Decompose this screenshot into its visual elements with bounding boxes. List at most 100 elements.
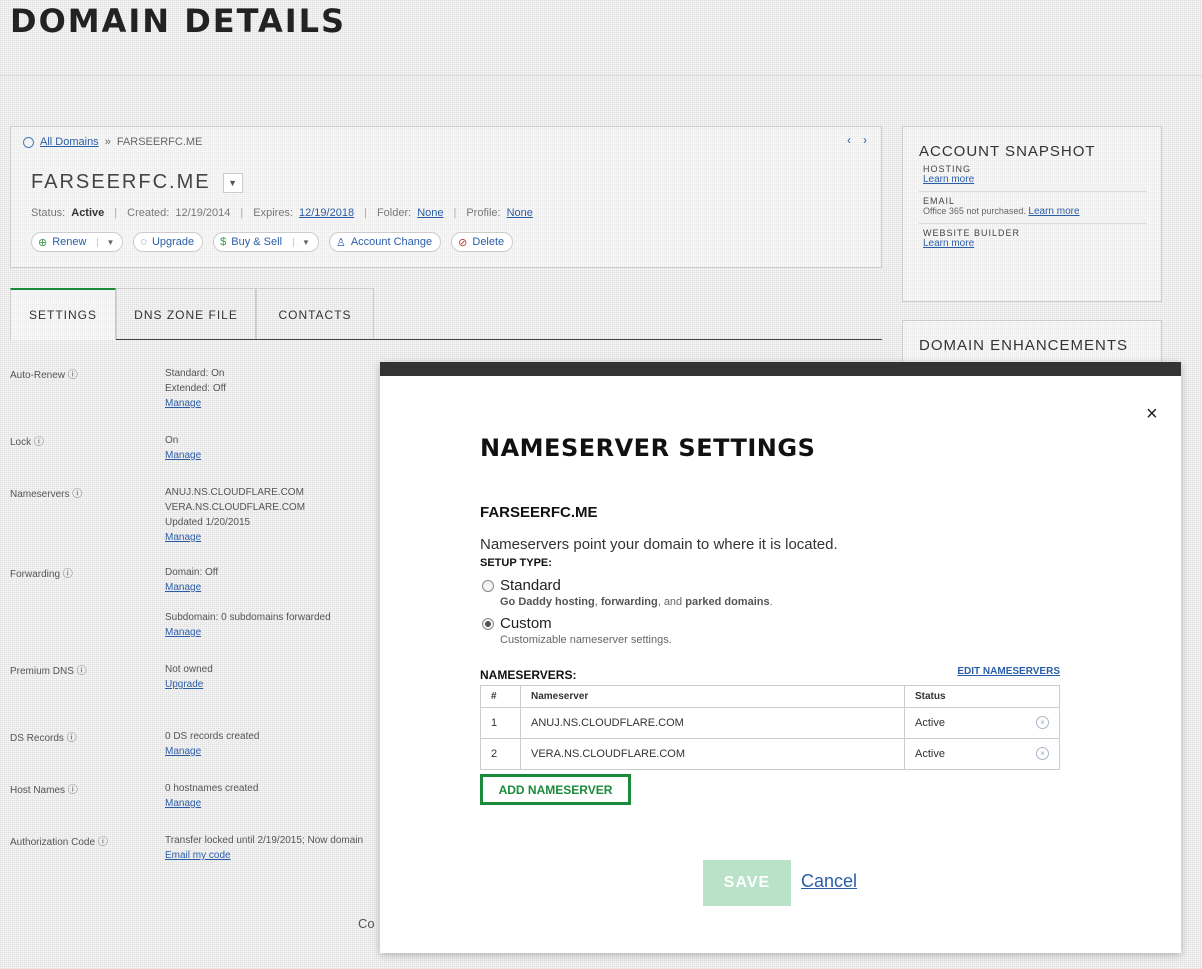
row-status-cell: Active × xyxy=(904,738,1060,770)
tab-divider xyxy=(116,339,882,340)
account-change-label: Account Change xyxy=(350,236,433,248)
ds-records-manage-link[interactable]: Manage xyxy=(165,746,201,757)
expires-value-link[interactable]: 12/19/2018 xyxy=(299,207,354,219)
save-button[interactable]: SAVE xyxy=(703,860,791,906)
previous-domain-icon[interactable]: ‹ xyxy=(847,133,851,147)
domain-summary-panel: All Domains » FARSEERFC.ME ‹ › FARSEERFC… xyxy=(10,126,882,268)
upgrade-icon: ◌ xyxy=(140,236,147,248)
next-domain-icon[interactable]: › xyxy=(863,133,867,147)
setting-value: Transfer locked until 2/19/2015; Now dom… xyxy=(165,835,364,846)
account-snapshot-title: ACCOUNT SNAPSHOT xyxy=(919,143,1096,160)
host-names-manage-link[interactable]: Manage xyxy=(165,798,201,809)
domain-pager: ‹ › xyxy=(847,133,867,147)
footer-text-fragment: Co xyxy=(358,916,375,931)
snapshot-label: HOSTING xyxy=(923,164,972,174)
domain-name-row: FARSEERFC.ME ▼ xyxy=(31,171,243,194)
table-header-row: # Nameserver Status xyxy=(480,685,1060,708)
standard-sub-period: . xyxy=(769,596,773,608)
account-change-button[interactable]: ♙ Account Change xyxy=(328,232,442,252)
renew-label: Renew xyxy=(52,236,87,248)
delete-button[interactable]: ⊘ Delete xyxy=(451,232,514,252)
buy-sell-button[interactable]: $ Buy & Sell ▼ xyxy=(213,232,319,252)
premium-dns-upgrade-link[interactable]: Upgrade xyxy=(165,679,203,690)
nameservers-manage-link[interactable]: Manage xyxy=(165,532,201,543)
setting-value: VERA.NS.CLOUDFLARE.COM xyxy=(165,502,306,513)
tab-settings[interactable]: SETTINGS xyxy=(10,288,116,340)
row-status: Active xyxy=(915,748,945,760)
column-header-number: # xyxy=(480,685,521,708)
cancel-link[interactable]: Cancel xyxy=(801,871,857,892)
auto-renew-manage-link[interactable]: Manage xyxy=(165,398,201,409)
setting-value: Not owned xyxy=(165,664,213,675)
created-value: 12/19/2014 xyxy=(175,207,231,219)
status-label: Status: xyxy=(31,207,66,219)
meta-separator: | xyxy=(453,207,457,219)
forwarding-domain-manage-link[interactable]: Manage xyxy=(165,582,201,593)
setting-label: Premium DNS ⓘ xyxy=(10,666,87,677)
tab-contacts[interactable]: CONTACTS xyxy=(256,288,374,340)
email-learn-more-link[interactable]: Learn more xyxy=(1028,206,1079,217)
folder-value-link[interactable]: None xyxy=(417,207,443,219)
row-number: 1 xyxy=(480,707,521,739)
hosting-learn-more-link[interactable]: Learn more xyxy=(923,174,974,185)
delete-label: Delete xyxy=(472,236,505,248)
tab-dns-zone-file[interactable]: DNS ZONE FILE xyxy=(116,288,256,340)
modal-domain-name: FARSEERFC.ME xyxy=(480,504,598,521)
renew-dropdown-icon[interactable]: ▼ xyxy=(97,237,114,247)
standard-sub-parked: parked domains xyxy=(685,596,770,608)
created-label: Created: xyxy=(127,207,170,219)
buy-sell-label: Buy & Sell xyxy=(231,236,283,248)
standard-sub-conjunction: , and xyxy=(657,596,686,608)
breadcrumb: All Domains » FARSEERFC.ME xyxy=(23,136,202,148)
custom-radio[interactable] xyxy=(482,618,494,630)
setting-value: On xyxy=(165,435,179,446)
row-nameserver: VERA.NS.CLOUDFLARE.COM xyxy=(520,738,905,770)
snapshot-label: WEBSITE BUILDER xyxy=(923,228,1021,238)
remove-nameserver-icon[interactable]: × xyxy=(1036,747,1049,760)
setting-value: ANUJ.NS.CLOUDFLARE.COM xyxy=(165,487,304,498)
snapshot-hosting: HOSTING Learn more xyxy=(919,160,1147,192)
meta-separator: | xyxy=(364,207,367,219)
page-title: DOMAIN DETAILS xyxy=(10,2,347,40)
domain-enhancements-title: DOMAIN ENHANCEMENTS xyxy=(919,337,1129,354)
standard-label: Standard xyxy=(500,577,561,594)
domain-tabs: SETTINGS DNS ZONE FILE CONTACTS xyxy=(10,288,374,340)
nameservers-table: # Nameserver Status 1 ANUJ.NS.CLOUDFLARE… xyxy=(480,685,1060,770)
breadcrumb-all-domains-link[interactable]: All Domains xyxy=(40,136,99,148)
renew-button[interactable]: ⊕ Renew ▼ xyxy=(31,232,124,252)
table-row: 2 VERA.NS.CLOUDFLARE.COM Active × xyxy=(480,738,1060,770)
forwarding-subdomain-manage-link[interactable]: Manage xyxy=(165,627,201,638)
close-icon[interactable]: × xyxy=(1146,404,1158,424)
meta-separator: | xyxy=(114,207,118,219)
breadcrumb-current: FARSEERFC.ME xyxy=(116,136,203,148)
column-header-nameserver: Nameserver xyxy=(520,685,905,708)
renew-icon: ⊕ xyxy=(38,236,48,249)
upgrade-button[interactable]: ◌ Upgrade xyxy=(133,232,204,252)
buy-sell-dropdown-icon[interactable]: ▼ xyxy=(293,237,310,247)
folder-label: Folder: xyxy=(376,207,412,219)
setting-label: Lock ⓘ xyxy=(10,437,44,448)
website-builder-learn-more-link[interactable]: Learn more xyxy=(923,238,974,249)
delete-icon: ⊘ xyxy=(458,236,468,249)
lock-manage-link[interactable]: Manage xyxy=(165,450,201,461)
title-divider xyxy=(0,75,1202,76)
meta-separator: | xyxy=(240,207,244,219)
setup-option-custom[interactable]: Custom Customizable nameserver settings. xyxy=(482,615,672,646)
standard-radio[interactable] xyxy=(482,580,494,592)
edit-nameservers-link[interactable]: EDIT NAMESERVERS xyxy=(957,666,1060,677)
refresh-icon[interactable] xyxy=(23,136,34,148)
setting-label: DS Records ⓘ xyxy=(10,733,77,744)
domain-menu-toggle[interactable]: ▼ xyxy=(222,172,243,193)
domain-name-heading: FARSEERFC.ME xyxy=(31,171,211,193)
setup-option-standard[interactable]: Standard Go Daddy hosting, forwarding, a… xyxy=(482,577,773,608)
email-code-link[interactable]: Email my code xyxy=(165,850,231,861)
row-nameserver: ANUJ.NS.CLOUDFLARE.COM xyxy=(520,707,905,739)
add-nameserver-button[interactable]: ADD NAMESERVER xyxy=(480,774,631,805)
setting-value: Subdomain: 0 subdomains forwarded xyxy=(165,612,331,623)
profile-value-link[interactable]: None xyxy=(507,207,533,219)
remove-nameserver-icon[interactable]: × xyxy=(1036,716,1049,729)
setting-value: 0 DS records created xyxy=(165,731,260,742)
snapshot-website-builder: WEBSITE BUILDER Learn more xyxy=(919,224,1147,255)
standard-description: Go Daddy hosting, forwarding, and parked… xyxy=(500,596,773,608)
standard-sub-hosting: Go Daddy hosting xyxy=(500,596,595,608)
